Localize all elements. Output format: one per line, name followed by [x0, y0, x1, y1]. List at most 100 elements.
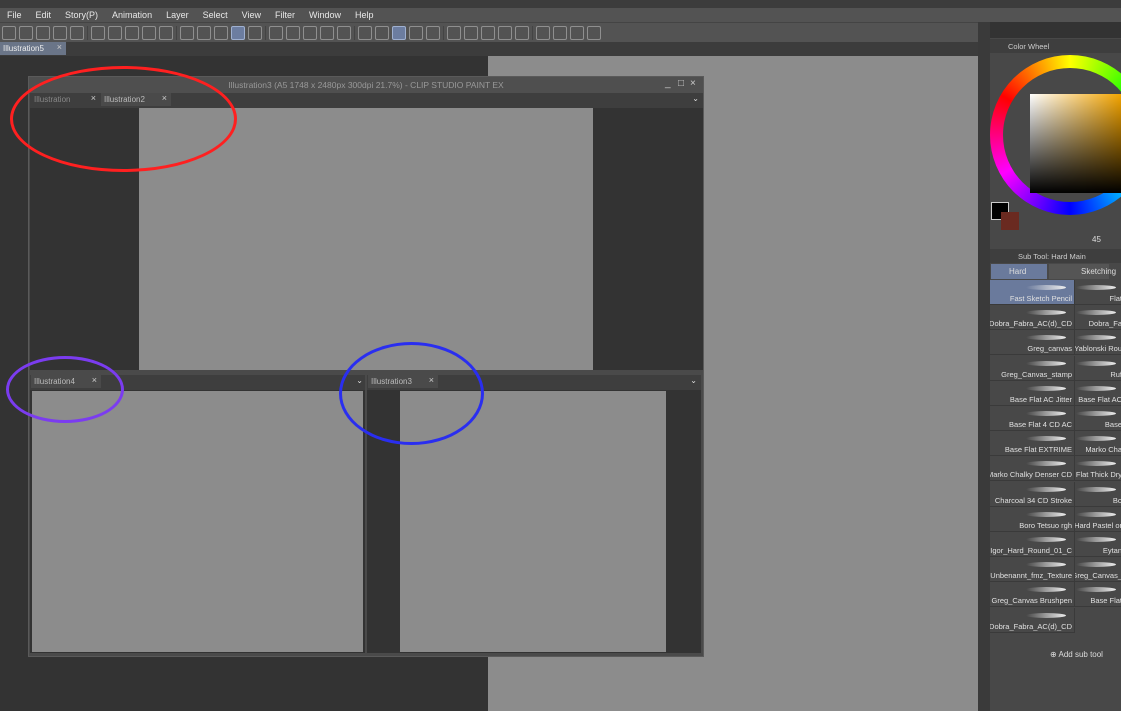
brush-stroke-preview	[1026, 511, 1066, 517]
subtool-item[interactable]: Dobra_Fa	[1075, 305, 1121, 331]
toolbar-tool-icon[interactable]	[426, 25, 440, 40]
subtool-item[interactable]: Igor_Hard_Round_01_C	[990, 532, 1075, 557]
toolbar-tool-icon[interactable]	[142, 25, 156, 40]
toolbar-tool-icon[interactable]	[464, 25, 478, 40]
toolbar-tool-icon[interactable]	[553, 25, 567, 40]
subtool-item[interactable]: Unbenannt_fmz_Texture	[990, 557, 1075, 583]
toolbar-tool-icon[interactable]	[320, 25, 334, 40]
toolbar-tool-icon[interactable]	[197, 25, 211, 40]
panel-collapse-strip[interactable]	[978, 22, 990, 711]
toolbar-tool-icon[interactable]	[303, 25, 317, 40]
subtool-item[interactable]: Base Flat 4 CD AC	[990, 406, 1075, 431]
menu-select[interactable]: Select	[196, 10, 235, 20]
toolbar-separator	[87, 25, 88, 40]
toolbar-tool-icon[interactable]	[375, 25, 389, 40]
menu-window[interactable]: Window	[302, 10, 348, 20]
subtool-item[interactable]: Fast Sketch Pencil	[990, 280, 1075, 305]
close-icon[interactable]: ×	[57, 42, 62, 52]
menu-animation[interactable]: Animation	[105, 10, 159, 20]
toolbar-tool-icon[interactable]	[108, 25, 122, 40]
toolbar-tool-icon[interactable]	[125, 25, 139, 40]
menu-view[interactable]: View	[235, 10, 268, 20]
toolbar-tool-icon[interactable]	[392, 25, 406, 40]
menu-layer[interactable]: Layer	[159, 10, 196, 20]
subtool-item[interactable]: Base Flat AC Jitter	[990, 380, 1075, 406]
toolbar-tool-icon[interactable]	[536, 25, 550, 40]
toolbar-separator	[176, 25, 177, 40]
toolbar-tool-icon[interactable]	[180, 25, 194, 40]
toolbar-tool-icon[interactable]	[70, 25, 84, 40]
add-subtool-button[interactable]: ⊕ Add sub tool	[1050, 650, 1103, 659]
brush-stroke-preview	[1026, 461, 1066, 467]
toolbar-tool-icon[interactable]	[358, 25, 372, 40]
toolbar-tool-icon[interactable]	[269, 25, 283, 40]
toolbar-tool-icon[interactable]	[36, 25, 50, 40]
title-bar	[0, 0, 1121, 8]
toolbar-tool-icon[interactable]	[159, 25, 173, 40]
subtool-item[interactable]: Boro Tetsuo rgh	[990, 506, 1075, 532]
toolbar-tool-icon[interactable]	[447, 25, 461, 40]
subtool-item[interactable]: Dobra_Fabra_AC(d)_CD	[990, 607, 1075, 633]
toolbar-tool-icon[interactable]	[286, 25, 300, 40]
toolbar-tool-icon[interactable]	[481, 25, 495, 40]
subtool-item[interactable]: Base Flat EXTRIME	[990, 431, 1075, 457]
brush-stroke-preview	[1076, 385, 1116, 391]
brush-stroke-preview	[1076, 335, 1116, 341]
toolbar-tool-icon[interactable]	[53, 25, 67, 40]
subtool-item[interactable]: Yablonski Rou	[1075, 330, 1121, 356]
toolbar-tool-icon[interactable]	[409, 25, 423, 40]
tab-hard[interactable]: Hard	[991, 264, 1047, 279]
menu-file[interactable]: File	[0, 10, 29, 20]
brush-stroke-preview	[1076, 537, 1116, 542]
subtool-item[interactable]: Eytan	[1075, 532, 1121, 557]
brush-stroke-preview	[1076, 461, 1116, 467]
toolbar-tool-icon[interactable]	[498, 25, 512, 40]
toolbar-tool-icon[interactable]	[587, 25, 601, 40]
subtool-item[interactable]: Flat Thick Dry	[1075, 456, 1121, 482]
brush-stroke-preview	[1026, 436, 1066, 442]
subtool-item[interactable]: Marko Cha	[1075, 431, 1121, 457]
toolbar-tool-icon[interactable]	[570, 25, 584, 40]
brush-stroke-preview	[1026, 537, 1066, 542]
subtool-item[interactable]: Ruf	[1075, 356, 1121, 381]
subtool-item[interactable]: Dobra_Fabra_AC(d)_CD	[990, 305, 1075, 331]
toolbar-tool-icon[interactable]	[91, 25, 105, 40]
subtool-item[interactable]: Base Flat	[1075, 582, 1121, 608]
subtool-item[interactable]: Base Flat AC	[1075, 381, 1121, 406]
minimize-icon[interactable]: _	[665, 78, 671, 89]
subtool-item[interactable]: Charcoal 34 CD Stroke	[990, 481, 1075, 507]
chevron-down-icon[interactable]: ⌄	[692, 94, 699, 103]
sub-color-swatch[interactable]	[1001, 212, 1019, 230]
menu-help[interactable]: Help	[348, 10, 381, 20]
toolbar-tool-icon[interactable]	[337, 25, 351, 40]
toolbar-tool-icon[interactable]	[231, 25, 245, 40]
maximize-icon[interactable]: □	[678, 78, 684, 89]
subtool-item[interactable]: Greg_Canvas Brushpen	[990, 582, 1075, 608]
close-icon[interactable]: ×	[690, 78, 696, 89]
subtool-item[interactable]: Hard Pastel or	[1075, 507, 1121, 532]
tab-illustration5[interactable]: Illustration5 ×	[0, 42, 66, 55]
toolbar-tool-icon[interactable]	[248, 25, 262, 40]
subtool-item[interactable]: Greg_canvas	[990, 330, 1075, 356]
subtool-item[interactable]: Base	[1075, 406, 1121, 431]
chevron-down-icon[interactable]: ⌄	[690, 376, 697, 385]
brush-stroke-preview	[1026, 486, 1066, 492]
subtool-item[interactable]: Flat	[1075, 280, 1121, 305]
canvas-illustration4[interactable]	[32, 391, 363, 652]
subtool-item[interactable]: Marko Chalky Denser CD	[990, 456, 1075, 482]
tab-sketching[interactable]: Sketching	[1049, 264, 1116, 279]
subtool-item[interactable]: Bo	[1075, 482, 1121, 507]
saturation-value-square[interactable]	[1030, 94, 1121, 193]
toolbar-separator	[354, 25, 355, 40]
menu-edit[interactable]: Edit	[29, 10, 59, 20]
subtool-item[interactable]: Greg_Canvas_	[1075, 557, 1121, 583]
toolbar-tool-icon[interactable]	[515, 25, 529, 40]
toolbar-tool-icon[interactable]	[2, 25, 16, 40]
brush-stroke-preview	[1026, 335, 1066, 341]
toolbar-tool-icon[interactable]	[214, 25, 228, 40]
toolbar-separator	[532, 25, 533, 40]
menu-filter[interactable]: Filter	[268, 10, 302, 20]
subtool-item[interactable]: Greg_Canvas_stamp	[990, 355, 1075, 381]
toolbar-tool-icon[interactable]	[19, 25, 33, 40]
menu-storyp[interactable]: Story(P)	[58, 10, 105, 20]
